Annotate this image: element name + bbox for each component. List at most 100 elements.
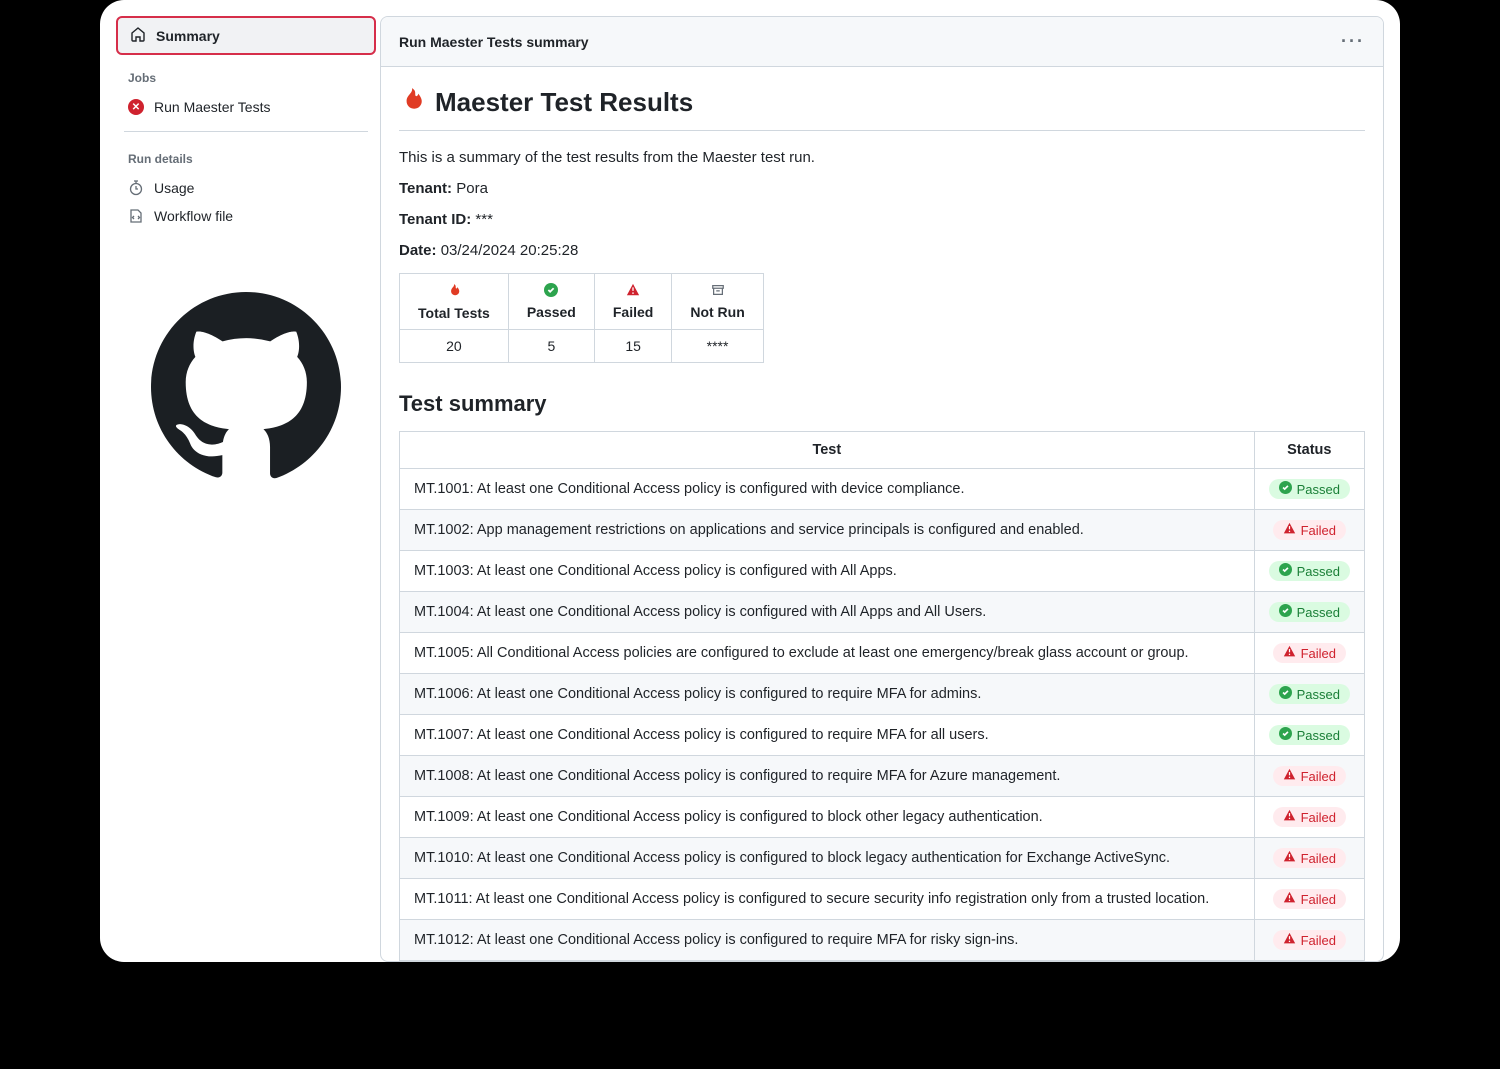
check-circle-icon (1279, 604, 1292, 620)
stats-passed-value: 5 (508, 330, 594, 363)
test-name-cell: MT.1006: At least one Conditional Access… (400, 674, 1255, 715)
warning-triangle-icon (613, 283, 653, 300)
badge-label: Passed (1297, 605, 1340, 620)
stats-passed-header: Passed (508, 274, 594, 330)
status-cell: Failed (1254, 879, 1364, 920)
main-panel: Run Maester Tests summary ··· Maester Te… (380, 16, 1384, 962)
failed-badge: Failed (1273, 807, 1346, 827)
table-row: MT.1012: At least one Conditional Access… (400, 920, 1365, 961)
passed-badge: Passed (1269, 684, 1350, 704)
warning-triangle-icon (1283, 932, 1296, 948)
app-frame: Summary Jobs ✕ Run Maester Tests Run det… (100, 0, 1400, 962)
table-row: MT.1004: At least one Conditional Access… (400, 592, 1365, 633)
panel-header-title: Run Maester Tests summary (399, 34, 589, 50)
date-label: Date: (399, 242, 437, 259)
status-cell: Passed (1254, 592, 1364, 633)
badge-label: Passed (1297, 564, 1340, 579)
badge-label: Failed (1301, 851, 1336, 866)
panel-body: Maester Test Results This is a summary o… (381, 67, 1383, 961)
table-row: MT.1007: At least one Conditional Access… (400, 715, 1365, 756)
sidebar-jobs-label: Jobs (116, 55, 376, 93)
passed-badge: Passed (1269, 561, 1350, 581)
test-name-cell: MT.1012: At least one Conditional Access… (400, 920, 1255, 961)
stats-total-value: 20 (400, 330, 509, 363)
status-cell: Passed (1254, 551, 1364, 592)
status-cell: Failed (1254, 633, 1364, 674)
error-circle-icon: ✕ (128, 99, 144, 115)
table-row: MT.1008: At least one Conditional Access… (400, 756, 1365, 797)
stopwatch-icon (128, 180, 144, 196)
test-name-cell: MT.1011: At least one Conditional Access… (400, 879, 1255, 920)
archive-icon (690, 283, 744, 300)
badge-label: Failed (1301, 933, 1336, 948)
badge-label: Failed (1301, 646, 1336, 661)
date-line: Date: 03/24/2024 20:25:28 (399, 242, 1365, 259)
intro-text: This is a summary of the test results fr… (399, 149, 1365, 166)
test-name-cell: MT.1002: App management restrictions on … (400, 510, 1255, 551)
warning-triangle-icon (1283, 645, 1296, 661)
status-cell: Failed (1254, 838, 1364, 879)
stats-notrun-header: Not Run (672, 274, 763, 330)
file-code-icon (128, 208, 144, 224)
status-cell: Passed (1254, 674, 1364, 715)
flame-icon (418, 282, 490, 301)
sidebar-summary-label: Summary (156, 28, 220, 44)
status-cell: Failed (1254, 510, 1364, 551)
test-name-cell: MT.1010: At least one Conditional Access… (400, 838, 1255, 879)
stats-failed-header: Failed (594, 274, 671, 330)
failed-badge: Failed (1273, 766, 1346, 786)
stats-notrun-value: **** (672, 330, 763, 363)
sidebar-usage-label: Usage (154, 180, 194, 196)
test-name-cell: MT.1001: At least one Conditional Access… (400, 469, 1255, 510)
failed-badge: Failed (1273, 930, 1346, 950)
failed-badge: Failed (1273, 889, 1346, 909)
test-name-cell: MT.1003: At least one Conditional Access… (400, 551, 1255, 592)
check-circle-icon (1279, 727, 1292, 743)
passed-badge: Passed (1269, 479, 1350, 499)
warning-triangle-icon (1283, 850, 1296, 866)
panel-header: Run Maester Tests summary ··· (381, 17, 1383, 67)
test-name-cell: MT.1004: At least one Conditional Access… (400, 592, 1255, 633)
page-title-row: Maester Test Results (399, 85, 1365, 131)
warning-triangle-icon (1283, 768, 1296, 784)
date-value: 03/24/2024 20:25:28 (441, 242, 579, 259)
test-name-cell: MT.1008: At least one Conditional Access… (400, 756, 1255, 797)
check-circle-icon (1279, 563, 1292, 579)
status-cell: Passed (1254, 469, 1364, 510)
sidebar-item-usage[interactable]: Usage (116, 174, 376, 202)
badge-label: Failed (1301, 523, 1336, 538)
table-row: MT.1002: App management restrictions on … (400, 510, 1365, 551)
passed-badge: Passed (1269, 602, 1350, 622)
table-row: MT.1011: At least one Conditional Access… (400, 879, 1365, 920)
warning-triangle-icon (1283, 809, 1296, 825)
stats-failed-value: 15 (594, 330, 671, 363)
sidebar-job-run-maester[interactable]: ✕ Run Maester Tests (116, 93, 376, 121)
kebab-menu-icon[interactable]: ··· (1341, 31, 1365, 52)
col-test: Test (400, 432, 1255, 469)
page-title: Maester Test Results (435, 87, 693, 118)
sidebar-item-summary[interactable]: Summary (116, 16, 376, 55)
col-status: Status (1254, 432, 1364, 469)
badge-label: Passed (1297, 728, 1340, 743)
home-icon (130, 26, 146, 45)
table-row: MT.1006: At least one Conditional Access… (400, 674, 1365, 715)
table-row: MT.1010: At least one Conditional Access… (400, 838, 1365, 879)
test-name-cell: MT.1005: All Conditional Access policies… (400, 633, 1255, 674)
failed-badge: Failed (1273, 520, 1346, 540)
check-circle-icon (1279, 686, 1292, 702)
tenant-line: Tenant: Pora (399, 180, 1365, 197)
warning-triangle-icon (1283, 891, 1296, 907)
status-cell: Failed (1254, 797, 1364, 838)
status-cell: Passed (1254, 715, 1364, 756)
warning-triangle-icon (1283, 522, 1296, 538)
stats-total-header: Total Tests (400, 274, 509, 330)
tenantid-label: Tenant ID: (399, 211, 471, 228)
badge-label: Passed (1297, 687, 1340, 702)
status-cell: Failed (1254, 756, 1364, 797)
sidebar-item-workflow-file[interactable]: Workflow file (116, 202, 376, 230)
test-summary-title: Test summary (399, 391, 1365, 417)
sidebar-divider (124, 131, 368, 132)
github-logo (151, 290, 341, 480)
tenant-value: Pora (456, 180, 488, 197)
status-cell: Failed (1254, 920, 1364, 961)
